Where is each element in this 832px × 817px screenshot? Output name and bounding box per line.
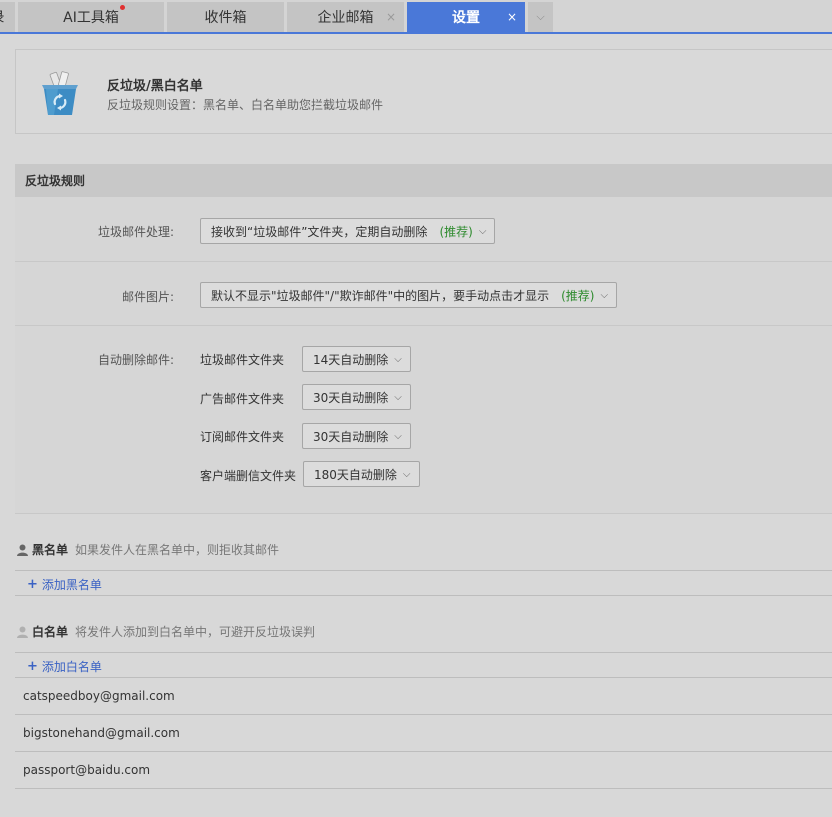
- spam-folder-retention-select[interactable]: 14天自动删除 ⌵: [302, 346, 411, 372]
- folder-label-client-deleted: 客户端删信文件夹: [200, 469, 297, 483]
- chevron-down-icon: ⌵: [478, 225, 487, 237]
- tab-enterprise-mail[interactable]: 企业邮箱 ×: [287, 2, 404, 32]
- chevron-down-icon: ⌵: [394, 430, 402, 442]
- tab-bar: 录 AI工具箱 收件箱 企业邮箱 × 设置 × ⌵: [0, 0, 832, 34]
- chevron-down-icon: ⌵: [394, 353, 402, 365]
- subscription-folder-retention-select[interactable]: 30天自动删除 ⌵: [302, 423, 411, 449]
- tab-settings[interactable]: 设置 ×: [407, 2, 525, 32]
- whitelist-heading: 白名单 将发件人添加到白名单中，可避开反垃圾误判: [17, 623, 315, 640]
- mail-images-label: 邮件图片:: [121, 290, 174, 304]
- add-blacklist-label: 添加黑名单: [41, 578, 102, 592]
- close-icon[interactable]: ×: [507, 10, 517, 24]
- tab-label: 收件箱: [204, 10, 247, 26]
- whitelist-title: 白名单: [32, 625, 69, 639]
- page-description: 反垃圾规则设置：黑名单、白名单助您拦截垃圾邮件: [107, 98, 384, 112]
- divider: [15, 570, 832, 571]
- add-whitelist-link[interactable]: + 添加白名单: [27, 658, 102, 675]
- chevron-down-icon: ⌵: [600, 289, 609, 301]
- mail-images-select[interactable]: 默认不显示"垃圾邮件"/"欺诈邮件"中的图片，要手动点击才显示 (推荐) ⌵: [200, 282, 618, 308]
- tab-label: 录: [0, 7, 5, 27]
- recycle-bin-icon: [42, 71, 78, 115]
- select-value: 30天自动删除: [313, 390, 389, 405]
- folder-label-ads: 广告邮件文件夹: [200, 392, 285, 406]
- add-whitelist-label: 添加白名单: [41, 660, 102, 674]
- row-divider: [15, 261, 832, 262]
- recommend-tag: (推荐): [439, 224, 473, 239]
- whitelist-email[interactable]: bigstonehand@gmail.com: [23, 726, 180, 740]
- recommend-tag: (推荐): [561, 288, 595, 303]
- select-value: 30天自动删除: [313, 429, 389, 444]
- folder-label-subscription: 订阅邮件文件夹: [200, 430, 285, 444]
- blacklist-heading: 黑名单 如果发件人在黑名单中，则拒收其邮件: [17, 541, 279, 558]
- divider: [15, 677, 832, 678]
- whitelist-email[interactable]: catspeedboy@gmail.com: [23, 689, 175, 703]
- blacklist-title: 黑名单: [32, 543, 69, 557]
- select-value: 180天自动删除: [314, 467, 397, 482]
- plus-icon: +: [27, 577, 38, 592]
- divider: [15, 714, 832, 715]
- chevron-down-icon: ⌵: [402, 468, 411, 480]
- page-title: 反垃圾/黑白名单: [107, 79, 203, 94]
- person-icon: [17, 626, 28, 638]
- spam-handling-select[interactable]: 接收到“垃圾邮件”文件夹，定期自动删除 (推荐) ⌵: [200, 218, 496, 244]
- tab-contacts[interactable]: 录: [0, 2, 15, 32]
- tab-label: 企业邮箱: [317, 10, 374, 26]
- tab-inbox[interactable]: 收件箱: [167, 2, 284, 32]
- ads-folder-retention-select[interactable]: 30天自动删除 ⌵: [302, 384, 411, 410]
- tab-label: 设置: [452, 10, 480, 26]
- divider: [15, 595, 832, 596]
- whitelist-email[interactable]: passport@baidu.com: [23, 763, 150, 777]
- person-icon: [17, 544, 28, 556]
- select-value: 14天自动删除: [313, 352, 389, 367]
- client-deleted-folder-retention-select[interactable]: 180天自动删除 ⌵: [303, 461, 420, 487]
- tab-more-button[interactable]: ⌵: [528, 2, 553, 32]
- tab-label: AI工具箱: [63, 5, 125, 27]
- anti-spam-rules-heading: 反垃圾规则: [15, 164, 832, 197]
- select-value: 接收到“垃圾邮件”文件夹，定期自动删除: [211, 224, 428, 239]
- divider: [15, 652, 832, 653]
- chevron-down-icon: ⌵: [536, 10, 545, 23]
- notification-dot: [119, 5, 125, 10]
- divider: [15, 788, 832, 789]
- divider: [15, 751, 832, 752]
- folder-label-spam: 垃圾邮件文件夹: [200, 353, 285, 367]
- chevron-down-icon: ⌵: [394, 391, 402, 403]
- tab-ai-toolbox[interactable]: AI工具箱: [18, 2, 164, 32]
- plus-icon: +: [27, 659, 38, 674]
- spam-handling-label: 垃圾邮件处理:: [97, 225, 174, 239]
- close-icon[interactable]: ×: [386, 10, 396, 24]
- blacklist-hint: 如果发件人在黑名单中，则拒收其邮件: [75, 543, 280, 557]
- select-value: 默认不显示"垃圾邮件"/"欺诈邮件"中的图片，要手动点击才显示: [211, 288, 550, 303]
- whitelist-hint: 将发件人添加到白名单中，可避开反垃圾误判: [75, 625, 316, 639]
- settings-header-card: 反垃圾/黑白名单 反垃圾规则设置：黑名单、白名单助您拦截垃圾邮件: [15, 49, 832, 134]
- auto-delete-label: 自动删除邮件:: [97, 353, 174, 367]
- add-blacklist-link[interactable]: + 添加黑名单: [27, 576, 102, 593]
- row-divider: [15, 325, 832, 326]
